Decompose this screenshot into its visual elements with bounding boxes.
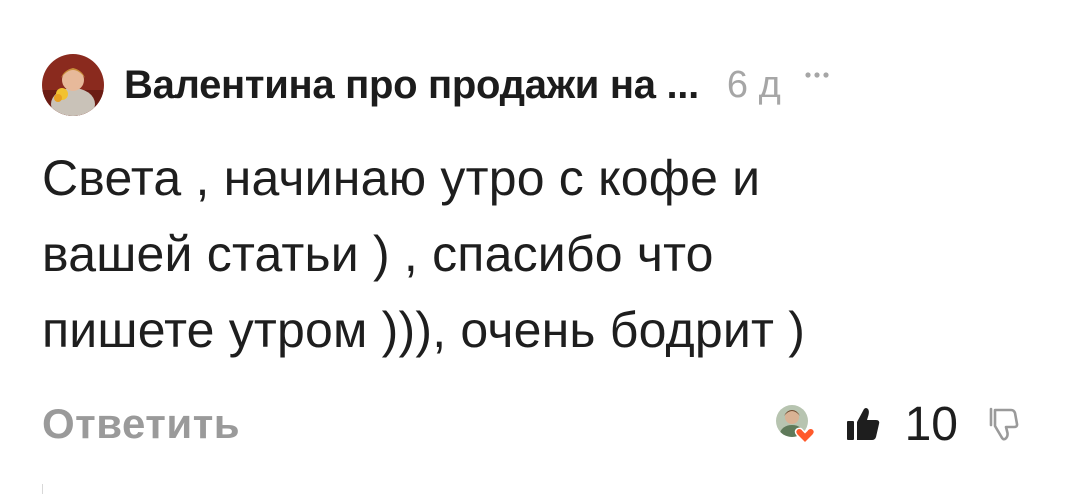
comment-footer: Ответить 10 xyxy=(42,392,1022,456)
thumbs-down-icon xyxy=(989,407,1019,441)
comment-text: Света , начинаю утро с кофе и вашей стат… xyxy=(42,150,806,358)
like-count: 10 xyxy=(904,397,958,451)
comment-header: Валентина про продажи на ... 6 д xyxy=(42,52,1032,118)
comment-time: 6 д xyxy=(726,63,781,106)
reply-button[interactable]: Ответить xyxy=(42,400,240,448)
like-button[interactable] xyxy=(841,402,885,446)
liker-avatar[interactable] xyxy=(775,404,815,445)
comment: Валентина про продажи на ... 6 д Света ,… xyxy=(0,0,1080,494)
more-options-button[interactable] xyxy=(797,55,837,95)
more-dots-icon xyxy=(805,72,829,78)
author-name[interactable]: Валентина про продажи на ... xyxy=(124,63,699,108)
thumbs-up-icon xyxy=(846,408,879,440)
heart-icon xyxy=(794,427,815,445)
divider-tick xyxy=(42,484,43,494)
dislike-button[interactable] xyxy=(982,402,1022,446)
author-avatar[interactable] xyxy=(42,54,104,116)
